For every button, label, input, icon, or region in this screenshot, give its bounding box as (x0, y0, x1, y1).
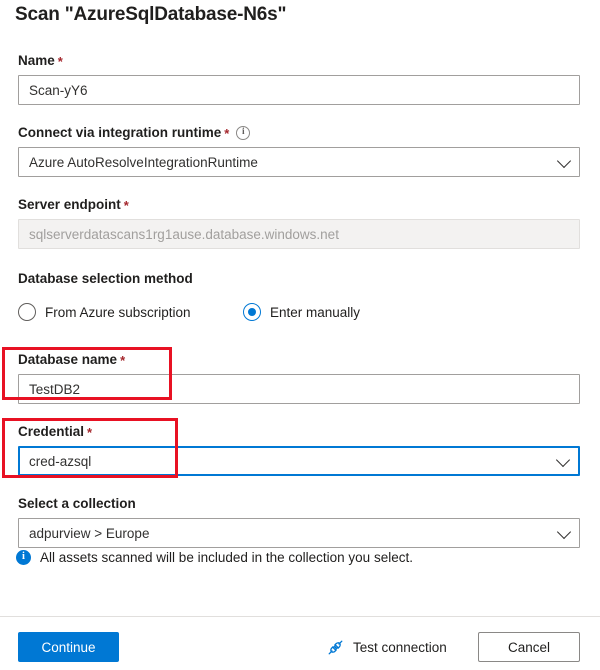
collection-dropdown[interactable]: adpurview > Europe (18, 518, 580, 548)
credential-value: cred-azsql (29, 453, 92, 469)
integration-runtime-required-marker: * (224, 126, 230, 141)
database-name-label: Database name * (18, 352, 580, 368)
integration-runtime-value: Azure AutoResolveIntegrationRuntime (29, 154, 258, 170)
integration-runtime-label: Connect via integration runtime * i (18, 125, 580, 141)
server-endpoint-value: sqlserverdatascans1rg1ause.database.wind… (29, 226, 339, 242)
name-input[interactable]: Scan-yY6 (18, 75, 580, 105)
database-selection-method-label-text: Database selection method (18, 271, 193, 286)
server-endpoint-input: sqlserverdatascans1rg1ause.database.wind… (18, 219, 580, 249)
scan-configuration-dialog: Scan "AzureSqlDatabase-N6s" Name * Scan-… (0, 0, 600, 670)
page-title: Scan "AzureSqlDatabase-N6s" (15, 4, 287, 25)
info-circle-icon[interactable]: i (236, 126, 251, 140)
chevron-down-icon (555, 452, 571, 468)
name-label-text: Name (18, 53, 55, 68)
collection-value: adpurview > Europe (29, 525, 150, 541)
field-database-name: Database name * TestDB2 (18, 352, 580, 404)
info-filled-icon: i (16, 550, 31, 565)
radio-checked-icon (243, 303, 261, 321)
collection-label-text: Select a collection (18, 496, 136, 511)
collection-label: Select a collection (18, 496, 580, 512)
database-name-label-text: Database name (18, 352, 118, 367)
field-server-endpoint: Server endpoint * sqlserverdatascans1rg1… (18, 197, 580, 249)
database-selection-method-label: Database selection method (18, 271, 580, 287)
collection-hint: i All assets scanned will be included in… (16, 550, 413, 565)
database-name-input[interactable]: TestDB2 (18, 374, 580, 404)
database-name-value: TestDB2 (29, 381, 81, 397)
database-name-required-marker: * (120, 353, 126, 368)
continue-button[interactable]: Continue (18, 632, 119, 662)
radio-enter-manually-label: Enter manually (270, 304, 361, 320)
credential-required-marker: * (87, 425, 93, 440)
radio-unchecked-icon (18, 303, 36, 321)
cancel-button[interactable]: Cancel (478, 632, 580, 662)
credential-dropdown[interactable]: cred-azsql (18, 446, 580, 476)
plug-connector-icon (327, 639, 344, 656)
field-credential: Credential * cred-azsql (18, 424, 580, 476)
name-input-value: Scan-yY6 (29, 82, 88, 98)
field-integration-runtime: Connect via integration runtime * i Azur… (18, 125, 580, 177)
name-required-marker: * (57, 54, 63, 69)
field-name: Name * Scan-yY6 (18, 53, 580, 105)
footer-divider (0, 616, 600, 617)
server-endpoint-label-text: Server endpoint (18, 197, 121, 212)
credential-label-text: Credential (18, 424, 85, 439)
test-connection-link[interactable]: Test connection (327, 632, 447, 662)
radio-enter-manually[interactable]: Enter manually (243, 303, 360, 321)
field-collection: Select a collection adpurview > Europe (18, 496, 580, 548)
chevron-down-icon (556, 524, 572, 540)
test-connection-label: Test connection (353, 639, 447, 655)
database-selection-method-radio-group: From Azure subscription Enter manually (18, 303, 360, 321)
integration-runtime-dropdown[interactable]: Azure AutoResolveIntegrationRuntime (18, 147, 580, 177)
field-database-selection-method: Database selection method (18, 271, 580, 293)
name-label: Name * (18, 53, 580, 69)
credential-label: Credential * (18, 424, 580, 440)
collection-hint-text: All assets scanned will be included in t… (40, 550, 413, 565)
server-endpoint-required-marker: * (123, 198, 129, 213)
radio-from-azure-subscription[interactable]: From Azure subscription (18, 303, 243, 321)
chevron-down-icon (556, 153, 572, 169)
server-endpoint-label: Server endpoint * (18, 197, 580, 213)
radio-from-azure-subscription-label: From Azure subscription (45, 304, 191, 320)
integration-runtime-label-text: Connect via integration runtime (18, 125, 222, 140)
